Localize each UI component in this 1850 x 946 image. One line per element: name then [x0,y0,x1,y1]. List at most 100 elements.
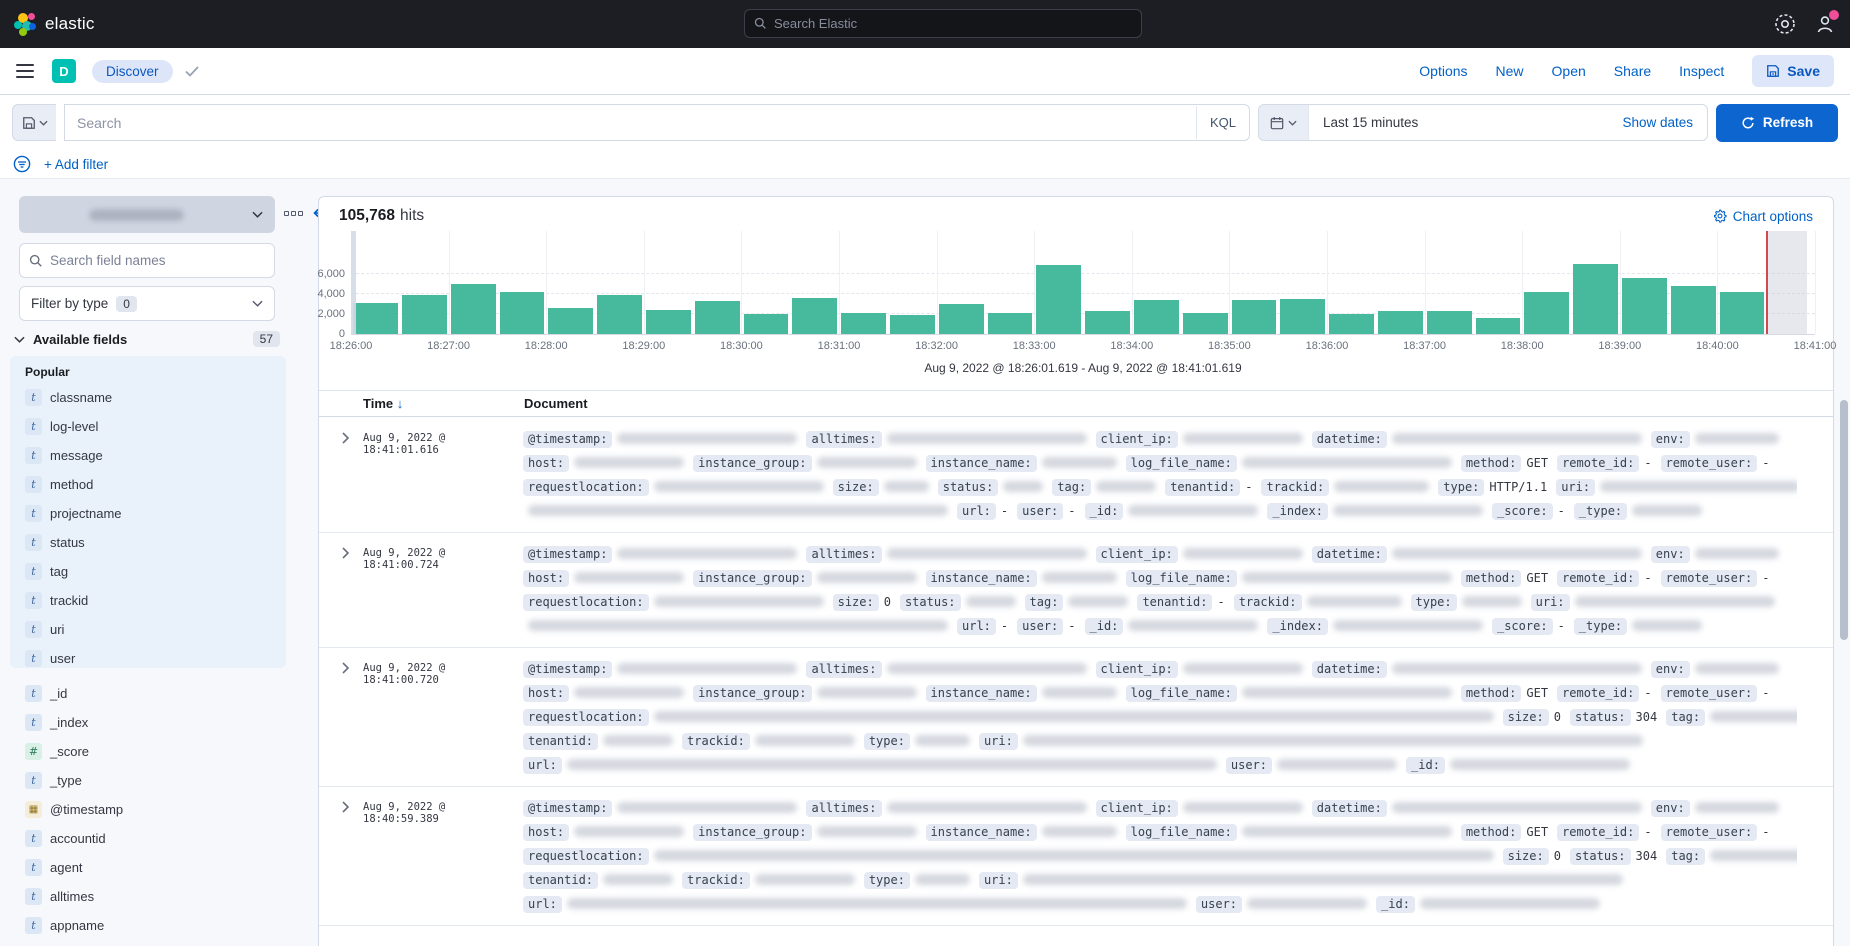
field-item-_score[interactable]: #_score [25,737,286,766]
save-button[interactable]: Save [1752,55,1834,87]
histogram-bar[interactable] [988,313,1033,334]
available-fields-header[interactable]: Available fields 57 [14,331,280,347]
nav-link-share[interactable]: Share [1614,63,1651,79]
field-item-user[interactable]: tuser [25,644,286,673]
histogram-bar[interactable] [1476,318,1521,334]
field-item-log-level[interactable]: tlog-level [25,412,286,441]
histogram-bar[interactable] [1134,300,1179,334]
field-item-_type[interactable]: t_type [25,766,286,795]
histogram-bar[interactable] [353,303,398,334]
field-item-message[interactable]: tmessage [25,441,286,470]
help-icon[interactable] [1774,13,1796,35]
kql-language-toggle[interactable]: KQL [1196,106,1249,139]
kql-query-input[interactable] [65,115,1196,131]
field-item-appname[interactable]: tappname [25,911,286,940]
histogram-bar[interactable] [695,301,740,334]
histogram-bar[interactable] [1573,264,1618,334]
global-search[interactable] [744,9,1142,38]
expand-row-icon[interactable] [341,657,363,777]
histogram-bar[interactable] [1524,292,1569,334]
field-name: _type [50,773,82,788]
breadcrumb[interactable]: Discover [92,60,173,83]
doc-field-chip: _id: [1085,503,1124,520]
elastic-brand[interactable]: elastic [0,13,95,35]
histogram-bar[interactable] [1085,311,1130,334]
histogram-bar[interactable] [1427,311,1472,334]
histogram-bar[interactable] [1671,286,1716,334]
histogram-bar[interactable] [744,314,789,334]
show-dates-button[interactable]: Show dates [1622,115,1707,130]
expand-row-icon[interactable] [341,427,363,523]
histogram-bar[interactable] [1329,314,1374,334]
field-item-classname[interactable]: tclassname [25,383,286,412]
field-item-accountid[interactable]: taccountid [25,824,286,853]
field-type-number-icon: # [25,743,42,760]
histogram-bar[interactable] [792,298,837,334]
field-item-uri[interactable]: turi [25,615,286,644]
saved-query-menu-button[interactable] [12,104,56,141]
field-search-input[interactable] [50,253,265,268]
field-item-trackid[interactable]: ttrackid [25,586,286,615]
histogram-bar[interactable] [1378,311,1423,334]
filter-by-type-dropdown[interactable]: Filter by type 0 [19,286,275,321]
histogram-bar[interactable] [646,310,691,334]
hits-histogram[interactable]: 02,0004,0006,00018:26:0018:27:0018:28:00… [351,231,1815,334]
histogram-bar[interactable] [890,315,935,334]
notification-dot [1829,10,1839,20]
histogram-bar[interactable] [841,313,886,334]
histogram-bar[interactable] [451,284,496,334]
redacted-value [1710,850,1797,861]
field-search[interactable] [19,243,275,278]
field-item-_index[interactable]: t_index [25,708,286,737]
field-type-t-icon: t [25,830,42,847]
nav-link-options[interactable]: Options [1419,63,1467,79]
histogram-bar[interactable] [1622,278,1667,334]
nav-link-inspect[interactable]: Inspect [1679,63,1724,79]
field-layout-icon[interactable] [284,211,303,216]
user-avatar-icon[interactable] [1814,13,1836,35]
sort-desc-icon[interactable]: ↓ [397,396,404,411]
histogram-bar[interactable] [1232,300,1277,334]
expand-row-icon[interactable] [341,796,363,916]
field-item-status[interactable]: tstatus [25,528,286,557]
nav-link-new[interactable]: New [1496,63,1524,79]
histogram-bar[interactable] [597,295,642,334]
field-item-tag[interactable]: ttag [25,557,286,586]
nav-link-open[interactable]: Open [1552,63,1586,79]
doc-field-chip: tag: [1052,479,1091,496]
doc-field-chip: @timestamp: [523,431,612,448]
space-badge[interactable]: D [52,59,76,83]
date-quick-select-button[interactable] [1259,105,1309,140]
histogram-bar[interactable] [1183,313,1228,334]
time-range-value[interactable]: Last 15 minutes [1309,115,1622,130]
field-item-projectname[interactable]: tprojectname [25,499,286,528]
doc-field-chip: status: [900,594,961,611]
doc-field-chip: _score: [1492,503,1553,520]
index-pattern-dropdown[interactable] [19,196,275,233]
doc-field-chip: url: [957,618,996,635]
window-scrollbar-thumb[interactable] [1840,400,1848,640]
filter-menu-icon[interactable] [13,155,31,173]
histogram-bar[interactable] [1280,299,1325,334]
field-item-_id[interactable]: t_id [25,679,286,708]
field-item-method[interactable]: tmethod [25,470,286,499]
histogram-bar[interactable] [1720,292,1765,334]
refresh-button[interactable]: Refresh [1716,104,1838,142]
redacted-value [755,735,855,746]
add-filter-button[interactable]: + Add filter [44,157,108,172]
field-item-@timestamp[interactable]: ▦@timestamp [25,795,286,824]
histogram-bar[interactable] [939,304,984,334]
menu-hamburger-icon[interactable] [16,64,34,78]
app-header-bar: D Discover Options New Open Share Inspect Sa… [0,48,1850,95]
field-item-agent[interactable]: tagent [25,853,286,882]
global-search-input[interactable] [774,16,1132,31]
histogram-bar[interactable] [402,295,447,334]
histogram-bar[interactable] [1036,265,1081,334]
histogram-bar[interactable] [500,292,545,334]
redacted-value [1242,826,1452,837]
time-column-header[interactable]: Time ↓ [363,396,403,411]
chart-options-button[interactable]: Chart options [1713,209,1813,224]
field-item-alltimes[interactable]: talltimes [25,882,286,911]
histogram-bar[interactable] [548,308,593,334]
expand-row-icon[interactable] [341,542,363,638]
